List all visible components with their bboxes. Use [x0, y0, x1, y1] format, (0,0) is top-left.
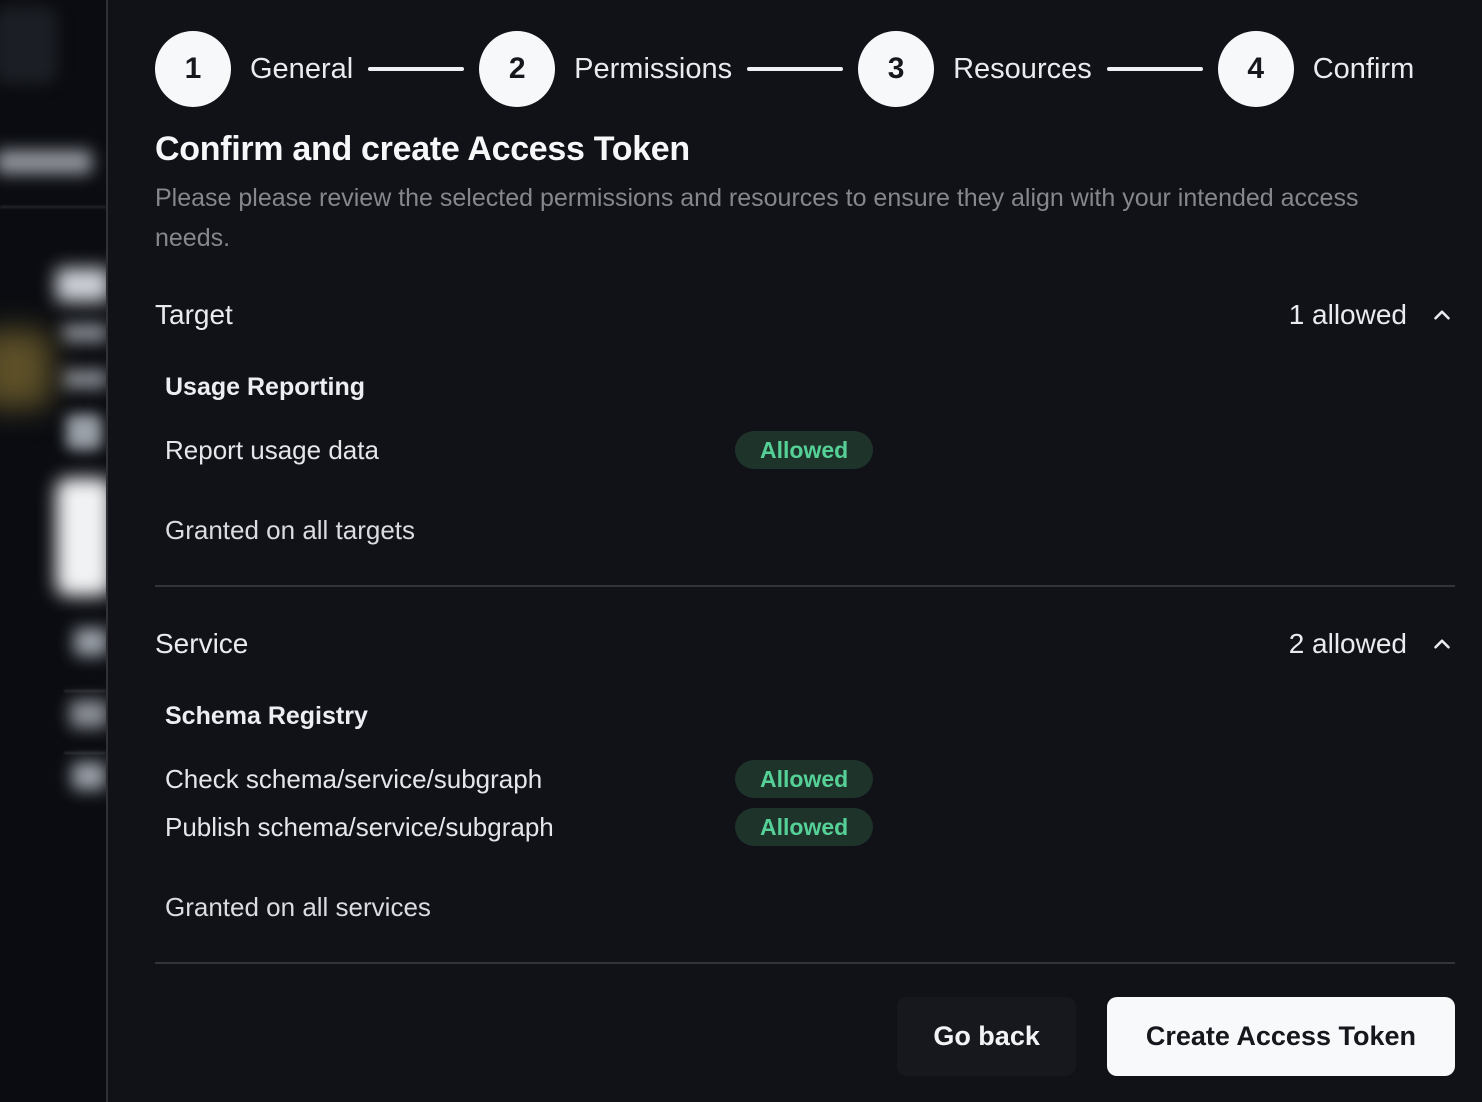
permission-group: Schema Registry Check schema/service/sub…: [165, 702, 1455, 846]
background-blurred-sidebar: [0, 0, 106, 1102]
blurred-text-line: [62, 324, 106, 342]
step-label: Confirm: [1313, 53, 1415, 86]
blurred-nav-text: [0, 150, 92, 174]
footer-divider: [155, 962, 1455, 964]
permission-row: Report usage data Allowed: [165, 431, 1455, 469]
chevron-up-icon[interactable]: [1429, 631, 1455, 657]
permission-group-title: Usage Reporting: [165, 373, 1455, 402]
blurred-warning-banner: [0, 330, 52, 408]
allowed-count: 1 allowed: [1289, 299, 1407, 331]
page-description: Please please review the selected permis…: [155, 178, 1395, 258]
section-service: Service 2 allowed Schema Registry Check …: [155, 628, 1455, 923]
blurred-logo: [0, 6, 58, 84]
status-badge: Allowed: [735, 808, 873, 846]
granted-note: Granted on all services: [165, 892, 1455, 923]
permission-row: Publish schema/service/subgraph Allowed: [165, 808, 1455, 846]
blurred-button: [56, 478, 106, 596]
wizard-stepper: 1 General 2 Permissions 3 Resources 4 Co…: [155, 31, 1455, 107]
step-resources[interactable]: 3 Resources: [858, 31, 1092, 107]
status-badge: Allowed: [735, 431, 873, 469]
create-access-token-button[interactable]: Create Access Token: [1107, 997, 1455, 1076]
step-connector: [747, 67, 843, 71]
permission-label: Publish schema/service/subgraph: [165, 812, 735, 843]
permission-label: Report usage data: [165, 435, 735, 466]
blurred-divider: [64, 690, 106, 692]
blurred-text-line: [62, 370, 106, 388]
step-connector: [368, 67, 464, 71]
chevron-up-icon[interactable]: [1429, 302, 1455, 328]
step-number-circle: 3: [858, 31, 934, 107]
section-summary: 2 allowed: [1289, 628, 1455, 660]
blurred-divider: [64, 752, 106, 754]
step-number-circle: 4: [1218, 31, 1294, 107]
blurred-list-row: [74, 628, 106, 656]
permission-group-title: Schema Registry: [165, 702, 1455, 731]
step-confirm[interactable]: 4 Confirm: [1218, 31, 1415, 107]
modal-footer: Go back Create Access Token: [155, 997, 1455, 1076]
blurred-icon: [66, 414, 102, 450]
step-number-circle: 2: [479, 31, 555, 107]
create-access-token-modal: 1 General 2 Permissions 3 Resources 4 Co…: [106, 0, 1482, 1102]
permission-row: Check schema/service/subgraph Allowed: [165, 760, 1455, 798]
permission-label: Check schema/service/subgraph: [165, 764, 735, 795]
step-label: General: [250, 53, 353, 86]
granted-note: Granted on all targets: [165, 515, 1455, 546]
blurred-page-heading: [56, 268, 106, 302]
step-permissions[interactable]: 2 Permissions: [479, 31, 732, 107]
step-label: Permissions: [574, 53, 732, 86]
section-summary: 1 allowed: [1289, 299, 1455, 331]
allowed-count: 2 allowed: [1289, 628, 1407, 660]
step-label: Resources: [953, 53, 1092, 86]
page-title: Confirm and create Access Token: [155, 130, 1455, 169]
permission-group: Usage Reporting Report usage data Allowe…: [165, 373, 1455, 469]
step-general[interactable]: 1 General: [155, 31, 353, 107]
section-title: Target: [155, 299, 233, 331]
go-back-button[interactable]: Go back: [897, 997, 1076, 1076]
section-divider: [155, 585, 1455, 587]
status-badge: Allowed: [735, 760, 873, 798]
step-connector: [1107, 67, 1203, 71]
step-number-circle: 1: [155, 31, 231, 107]
section-target: Target 1 allowed Usage Reporting Report …: [155, 299, 1455, 546]
section-service-header[interactable]: Service 2 allowed: [155, 628, 1455, 660]
blurred-list-row: [70, 700, 106, 728]
blurred-divider: [0, 206, 106, 208]
blurred-list-row: [72, 762, 106, 790]
section-target-header[interactable]: Target 1 allowed: [155, 299, 1455, 331]
section-title: Service: [155, 628, 248, 660]
